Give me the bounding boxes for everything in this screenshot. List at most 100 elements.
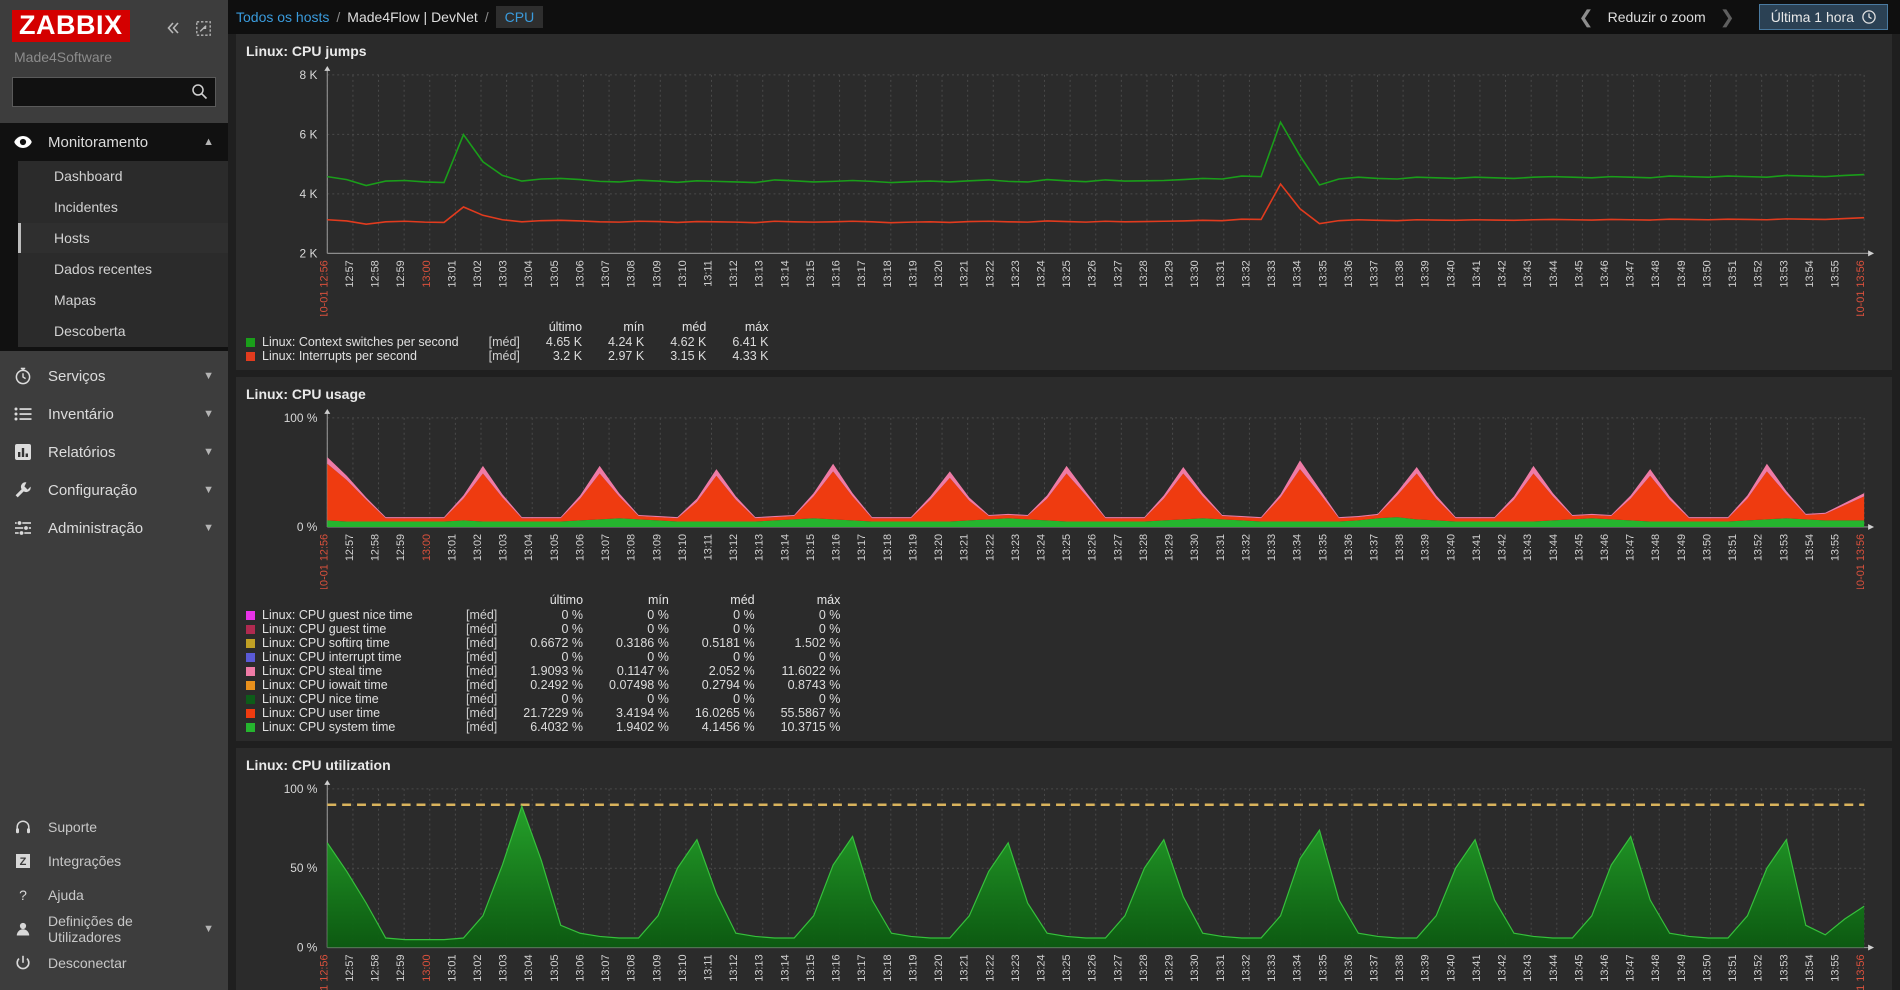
svg-text:13:17: 13:17 (856, 260, 868, 287)
chevron-left-icon[interactable]: ❮ (1565, 7, 1608, 28)
graph-title: Linux: CPU utilization (246, 757, 391, 774)
sidebar-item-integracoes[interactable]: Z Integrações (0, 844, 228, 878)
chart-svg-cpu-jumps[interactable]: 2 K 4 K 6 K 8 K 10-01 12:56 12:57 12:58 12:59 13… (246, 63, 1882, 316)
svg-text:13:12: 13:12 (728, 534, 740, 561)
legend-swatch (246, 723, 255, 733)
sidebar-item-label: Integrações (48, 853, 122, 869)
svg-text:13:45: 13:45 (1573, 260, 1585, 287)
svg-text:13:04: 13:04 (523, 260, 535, 287)
graph-area-cpu-jumps[interactable]: 2 K 4 K 6 K 8 K 10-01 12:56 12:57 12:58 12:59 13… (246, 63, 1882, 316)
svg-text:13:43: 13:43 (1522, 955, 1534, 982)
sidebar-item-ajuda[interactable]: ? Ajuda (0, 878, 228, 912)
sidebar-group-servicos[interactable]: Serviços ▼ (0, 357, 228, 395)
svg-text:13:39: 13:39 (1420, 260, 1432, 287)
search-icon[interactable] (191, 83, 208, 105)
legend-max: 10.3715 % (780, 720, 841, 735)
svg-text:13:47: 13:47 (1625, 955, 1637, 982)
clock-icon (1862, 10, 1876, 24)
svg-text:13:49: 13:49 (1676, 955, 1688, 982)
sidebar-item-descoberta[interactable]: Descoberta (18, 316, 228, 348)
sidebar-item-dados-recentes[interactable]: Dados recentes (18, 254, 228, 286)
legend-row[interactable]: Linux: CPU nice time [méd] 0 % 0 % 0 % 0 % (246, 692, 840, 706)
svg-text:13:50: 13:50 (1701, 260, 1713, 287)
graph-title: Linux: CPU jumps (246, 43, 367, 59)
breadcrumb-separator: / (336, 9, 341, 25)
zabbix-logo[interactable]: ZABBIX (12, 10, 130, 43)
sidebar-group-configuracao[interactable]: Configuração ▼ (0, 471, 228, 509)
svg-text:100 %: 100 % (284, 782, 318, 796)
chevron-right-icon[interactable]: ❯ (1706, 7, 1749, 28)
legend-row[interactable]: Linux: CPU iowait time [méd] 0.2492 % 0.074… (246, 678, 840, 692)
legend-swatch (246, 639, 255, 649)
svg-text:13:01: 13:01 (446, 260, 458, 287)
legend-row[interactable]: Linux: CPU user time [méd] 21.7229 % 3.4194… (246, 706, 840, 720)
legend-row[interactable]: Linux: CPU system time [méd] 6.4032 % 1.940… (246, 720, 840, 734)
svg-text:13:02: 13:02 (472, 260, 484, 287)
svg-text:13:27: 13:27 (1112, 260, 1124, 287)
legend-row[interactable]: Linux: Context switches per second [méd]… (246, 335, 768, 349)
legend-min: 2.97 K (608, 348, 645, 363)
sidebar-item-dashboard[interactable]: Dashboard (18, 161, 228, 193)
legend-name-cell: Linux: CPU steal time (246, 664, 436, 678)
legend-avg: 2.052 % (708, 664, 755, 679)
legend-min: 0 % (647, 622, 669, 637)
search-input[interactable] (12, 77, 216, 108)
legend-series-name: Linux: Context switches per second (262, 334, 459, 349)
svg-text:0 %: 0 % (297, 520, 318, 534)
sidebar-item-desconectar[interactable]: Desconectar (0, 946, 228, 980)
chart-svg-cpu-utilization[interactable]: 0 % 50 % 100 % 10-01 12:56 12:57 12:58 12:59 13… (246, 777, 1882, 990)
sidebar-group-monitoramento[interactable]: Monitoramento ▲ (0, 123, 228, 162)
legend-last: 0.2492 % (530, 678, 584, 693)
compact-view-icon[interactable] (194, 19, 212, 37)
legend-header-max: máx (744, 319, 769, 334)
legend-row[interactable]: Linux: CPU interrupt time [méd] 0 % 0 % 0 % 0… (246, 650, 840, 664)
sidebar-item-mapas[interactable]: Mapas (18, 285, 228, 317)
svg-text:13:12: 13:12 (728, 955, 740, 982)
breadcrumb-all-hosts[interactable]: Todos os hosts (236, 9, 329, 25)
legend-row[interactable]: Linux: CPU softirq time [méd] 0.6672 % 0.31… (246, 636, 840, 650)
legend-min: 0.07498 % (609, 678, 669, 693)
chart-svg-cpu-usage[interactable]: 0 % 100 % 10-01 12:56 12:57 12:58 12:59 13:00 1… (246, 406, 1882, 589)
svg-text:13:15: 13:15 (805, 534, 817, 561)
sidebar-group-administracao[interactable]: Administração ▼ (0, 509, 228, 547)
sidebar-group-inventario[interactable]: Inventário ▼ (0, 395, 228, 433)
legend-min: 4.24 K (608, 334, 645, 349)
zoom-out-button[interactable]: Reduzir o zoom (1608, 9, 1706, 25)
svg-text:13:28: 13:28 (1138, 534, 1150, 561)
legend-agg: [méd] (466, 622, 498, 637)
svg-text:12:58: 12:58 (370, 260, 382, 287)
legend-max: 4.33 K (732, 348, 769, 363)
svg-text:13:29: 13:29 (1164, 534, 1176, 561)
sidebar-item-definicoes-de-utilizadores[interactable]: Definições de Utilizadores ▼ (0, 912, 228, 946)
svg-text:13:06: 13:06 (574, 260, 586, 287)
legend-header-row: último mín méd máx (246, 593, 841, 608)
svg-text:13:21: 13:21 (959, 260, 971, 287)
sidebar-item-label: Suporte (48, 819, 98, 835)
svg-text:13:03: 13:03 (498, 534, 510, 561)
legend-swatch (246, 611, 255, 621)
svg-text:13:19: 13:19 (907, 260, 919, 287)
time-range-button[interactable]: Última 1 hora (1758, 4, 1888, 30)
legend-series-name: Linux: CPU interrupt time (262, 650, 402, 665)
svg-text:13:29: 13:29 (1164, 955, 1176, 982)
legend-row[interactable]: Linux: CPU guest nice time [méd] 0 % 0 % 0 %… (246, 608, 840, 622)
legend-name-cell: Linux: CPU user time (246, 706, 436, 720)
sidebar-item-incidentes[interactable]: Incidentes (18, 192, 228, 224)
sidebar-group-relatorios[interactable]: Relatórios ▼ (0, 433, 228, 471)
breadcrumb-current-cpu[interactable]: CPU (495, 6, 544, 28)
zabbix-z-icon: Z (12, 853, 34, 869)
svg-text:13:13: 13:13 (754, 534, 766, 561)
legend-row[interactable]: Linux: Interrupts per second [méd] 3.2 K… (246, 349, 768, 363)
double-chevron-left-icon[interactable] (164, 19, 182, 37)
legend-row[interactable]: Linux: CPU steal time [méd] 1.9093 % 0.1147… (246, 664, 840, 678)
graph-area-cpu-usage[interactable]: 0 % 100 % 10-01 12:56 12:57 12:58 12:59 13:00 1… (246, 406, 1882, 589)
legend-name-cell: Linux: CPU iowait time (246, 678, 436, 692)
sidebar-item-suporte[interactable]: Suporte (0, 810, 228, 844)
legend-last: 0 % (561, 650, 584, 665)
graphs-scroll-area[interactable]: Linux: CPU jumps 2 K 4 K 6 K 8 K 10-01 12:56… (228, 34, 1900, 990)
legend-table: último mín méd máx Linux: CPU guest nice… (246, 593, 840, 734)
sidebar-item-hosts[interactable]: Hosts (18, 223, 228, 255)
legend-row[interactable]: Linux: CPU guest time [méd] 0 % 0 % 0 % 0 % (246, 622, 840, 636)
svg-text:13:00: 13:00 (421, 260, 433, 287)
graph-area-cpu-utilization[interactable]: 0 % 50 % 100 % 10-01 12:56 12:57 12:58 12:59 13… (246, 777, 1882, 990)
